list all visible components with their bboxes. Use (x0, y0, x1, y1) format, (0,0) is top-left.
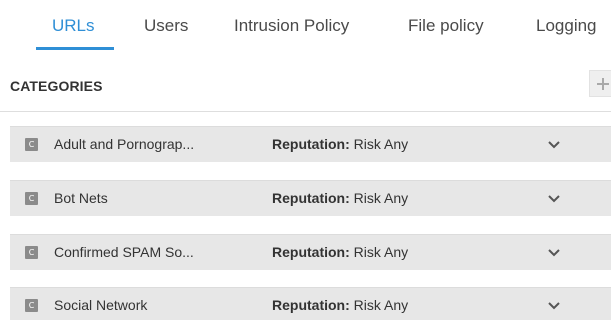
category-name: Confirmed SPAM So... (54, 244, 194, 260)
category-name: Adult and Pornograp... (54, 136, 195, 152)
chevron-down-icon[interactable] (547, 140, 561, 150)
reputation-value: Risk Any (349, 297, 409, 313)
categories-header: CATEGORIES (0, 50, 611, 112)
reputation-value: Risk Any (349, 244, 409, 260)
reputation-text: Reputation: Risk Any (272, 136, 408, 152)
plus-icon (597, 78, 609, 90)
add-category-button[interactable] (589, 70, 611, 97)
reputation-text: Reputation: Risk Any (272, 297, 408, 313)
category-row[interactable]: C Adult and Pornograp... Reputation: Ris… (10, 126, 611, 162)
chevron-down-icon[interactable] (547, 194, 561, 204)
category-badge-icon: C (25, 138, 38, 151)
tab-urls[interactable]: URLs (52, 0, 95, 50)
reputation-label: Reputation: (272, 297, 350, 313)
tab-logging[interactable]: Logging (536, 0, 597, 50)
chevron-down-icon[interactable] (547, 248, 561, 258)
reputation-value: Risk Any (349, 190, 409, 206)
category-name: Social Network (54, 297, 148, 313)
reputation-text: Reputation: Risk Any (272, 244, 408, 260)
url-filtering-panel: URLs Users Intrusion Policy File policy … (0, 0, 611, 320)
tab-bar: URLs Users Intrusion Policy File policy … (0, 0, 611, 50)
reputation-label: Reputation: (272, 244, 350, 260)
category-row[interactable]: C Bot Nets Reputation: Risk Any (10, 180, 611, 216)
category-badge-icon: C (25, 246, 38, 259)
category-badge-icon: C (25, 299, 38, 312)
tab-users[interactable]: Users (144, 0, 188, 50)
category-name: Bot Nets (54, 190, 108, 206)
reputation-label: Reputation: (272, 136, 350, 152)
reputation-value: Risk Any (349, 136, 409, 152)
category-badge-icon: C (25, 192, 38, 205)
tab-file-policy[interactable]: File policy (408, 0, 484, 50)
reputation-label: Reputation: (272, 190, 350, 206)
category-row[interactable]: C Social Network Reputation: Risk Any (10, 287, 611, 320)
chevron-down-icon[interactable] (547, 301, 561, 311)
tab-intrusion-policy[interactable]: Intrusion Policy (234, 0, 349, 50)
reputation-text: Reputation: Risk Any (272, 190, 408, 206)
section-title: CATEGORIES (10, 78, 103, 94)
category-row[interactable]: C Confirmed SPAM So... Reputation: Risk … (10, 234, 611, 270)
